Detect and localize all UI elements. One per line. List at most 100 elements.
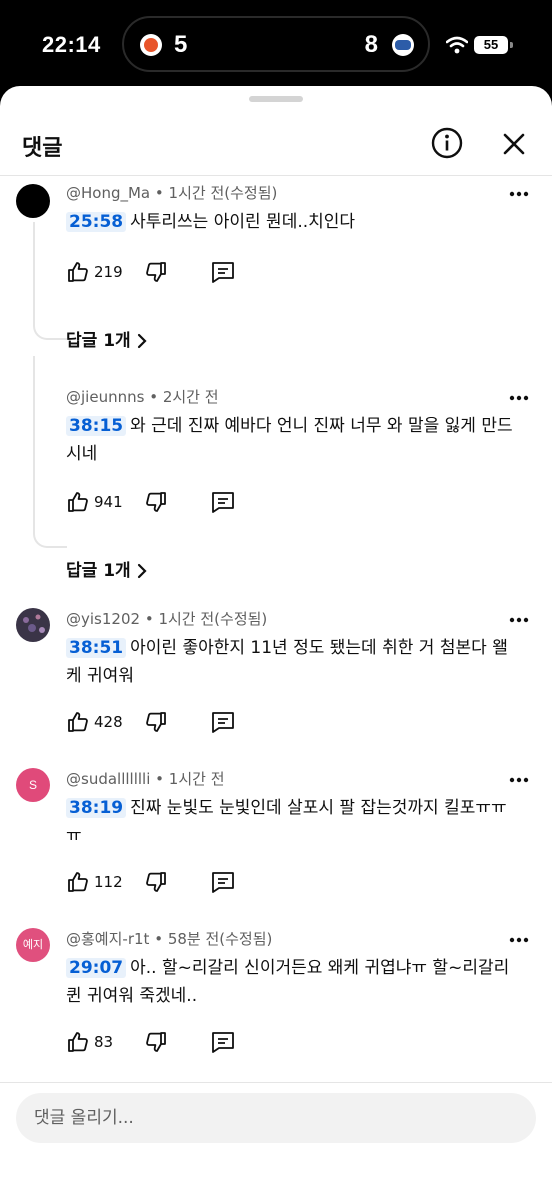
- thumbs-up-icon: [68, 1032, 88, 1052]
- thumbs-down-icon[interactable]: [144, 490, 168, 514]
- comment-actions: 112: [66, 868, 266, 896]
- avatar[interactable]: 예지: [16, 928, 50, 962]
- status-time: 22:14: [42, 32, 101, 57]
- comment-body: 25:58 사투리쓰는 아이린 뭔데..치인다: [66, 208, 522, 236]
- timestamp-link[interactable]: 29:07: [66, 958, 127, 978]
- meta-separator: •: [144, 610, 159, 628]
- thumbs-up-icon: [68, 712, 88, 732]
- avatar[interactable]: [16, 608, 50, 642]
- comment-actions: 83: [66, 1028, 266, 1056]
- avatar[interactable]: S: [16, 768, 50, 802]
- wifi-icon: [446, 36, 468, 54]
- sheet-header: 댓글: [0, 116, 552, 176]
- like-button[interactable]: 428: [66, 708, 126, 736]
- status-bar: 22:14 5 8 55: [0, 0, 552, 88]
- thumbs-down-icon[interactable]: [144, 870, 168, 894]
- comment-text: 진짜 눈빛도 눈빛인데 살포시 팔 잡는것까지 킬포ㅠㅠㅠ: [66, 798, 507, 846]
- like-count: 219: [94, 263, 123, 281]
- comment-body: 38:19 진짜 눈빛도 눈빛인데 살포시 팔 잡는것까지 킬포ㅠㅠㅠ: [66, 794, 522, 850]
- live-score-island[interactable]: 5 8: [122, 16, 430, 72]
- comment-meta: 1시간 전: [168, 770, 225, 788]
- more-options-icon[interactable]: [508, 932, 530, 948]
- drag-handle[interactable]: [249, 96, 303, 102]
- more-options-icon[interactable]: [508, 612, 530, 628]
- avatar[interactable]: [16, 184, 50, 218]
- comment-input[interactable]: [16, 1093, 536, 1143]
- reply-icon[interactable]: [210, 870, 236, 894]
- view-replies-button[interactable]: 답글 1개: [66, 326, 147, 352]
- team-logo-right-icon: [392, 34, 414, 56]
- comment-text: 아이린 좋아한지 11년 정도 됐는데 취한 거 첨본다 왤케 귀여워: [66, 638, 508, 686]
- battery-indicator: 55: [474, 36, 508, 54]
- meta-separator: •: [154, 184, 169, 202]
- thumbs-down-icon[interactable]: [144, 1030, 168, 1054]
- thumbs-up-icon: [68, 262, 88, 282]
- comment-author[interactable]: @yis1202: [66, 610, 140, 628]
- like-count: 112: [94, 873, 123, 891]
- comment-meta: 1시간 전(수정됨): [158, 610, 268, 628]
- comment-author-line: @yis1202 • 1시간 전(수정됨): [66, 608, 267, 629]
- chevron-right-icon: [137, 333, 147, 349]
- close-icon[interactable]: [498, 128, 530, 160]
- like-button[interactable]: 219: [66, 258, 126, 286]
- chevron-right-icon: [137, 563, 147, 579]
- comment-author[interactable]: @Hong_Ma: [66, 184, 150, 202]
- reply-icon[interactable]: [210, 260, 236, 284]
- comment-meta: 2시간 전: [162, 388, 219, 406]
- meta-separator: •: [155, 770, 169, 788]
- like-count: 83: [94, 1033, 114, 1051]
- reply-icon[interactable]: [210, 710, 236, 734]
- timestamp-link[interactable]: 38:15: [66, 416, 127, 436]
- timestamp-link[interactable]: 25:58: [66, 212, 127, 232]
- view-replies-button[interactable]: 답글 1개: [66, 556, 147, 582]
- comment-body: 38:15 와 근데 진짜 예바다 언니 진짜 너무 와 말을 잃게 만드시네: [66, 412, 522, 468]
- team-logo-left-icon: [140, 34, 162, 56]
- sheet-title: 댓글: [22, 136, 63, 161]
- battery-tip: [510, 42, 513, 48]
- thread-line: [33, 356, 67, 548]
- info-icon[interactable]: [430, 126, 464, 160]
- comment-body: 38:51 아이린 좋아한지 11년 정도 됐는데 취한 거 첨본다 왤케 귀여워: [66, 634, 522, 690]
- right-score: 8: [364, 31, 378, 58]
- like-button[interactable]: 83: [66, 1028, 126, 1056]
- like-button[interactable]: 112: [66, 868, 126, 896]
- comment-text: 사투리쓰는 아이린 뭔데..치인다: [130, 212, 356, 232]
- meta-separator: •: [149, 388, 163, 406]
- reply-icon[interactable]: [210, 1030, 236, 1054]
- comment-actions: 941: [66, 488, 266, 516]
- replies-count-label: 답글 1개: [66, 331, 131, 351]
- comment-list[interactable]: @Hong_Ma • 1시간 전(수정됨) 25:58 사투리쓰는 아이린 뭔데.…: [0, 176, 552, 1084]
- comment-author[interactable]: @홍예지-r1t: [66, 930, 149, 948]
- comment-meta: 1시간 전(수정됨): [168, 184, 278, 202]
- timestamp-link[interactable]: 38:51: [66, 638, 127, 658]
- thumbs-up-icon: [68, 872, 88, 892]
- comment-meta: 58분 전(수정됨): [167, 930, 273, 948]
- comment-author[interactable]: @sudallllllli: [66, 770, 150, 788]
- thumbs-down-icon[interactable]: [144, 260, 168, 284]
- more-options-icon[interactable]: [508, 186, 530, 202]
- like-button[interactable]: 941: [66, 488, 126, 516]
- comment-author-line: @홍예지-r1t • 58분 전(수정됨): [66, 928, 272, 949]
- thread-line: [33, 222, 67, 340]
- like-count: 428: [94, 713, 123, 731]
- comment-body: 29:07 아.. 할~리갈리 신이거든요 왜케 귀엽냐ㅠ 할~리갈리퀸 귀여워 …: [66, 954, 522, 1010]
- comment-actions: 219: [66, 258, 266, 286]
- reply-icon[interactable]: [210, 490, 236, 514]
- comment-actions: 428: [66, 708, 266, 736]
- comment-text: 아.. 할~리갈리 신이거든요 왜케 귀엽냐ㅠ 할~리갈리퀸 귀여워 죽겠네..: [66, 958, 510, 1006]
- comment-author[interactable]: @jieunnns: [66, 388, 144, 406]
- left-score: 5: [174, 31, 188, 58]
- meta-separator: •: [154, 930, 168, 948]
- comment-author-line: @jieunnns • 2시간 전: [66, 386, 219, 407]
- thumbs-down-icon[interactable]: [144, 710, 168, 734]
- comment-author-line: @sudallllllli • 1시간 전: [66, 768, 225, 789]
- comment-composer: [0, 1082, 552, 1200]
- thumbs-up-icon: [68, 492, 88, 512]
- more-options-icon[interactable]: [508, 390, 530, 406]
- avatar-photo: [23, 614, 45, 633]
- comments-sheet: 댓글 @Hong_Ma • 1시간 전(수정됨) 25:58 사투리쓰는 아이린 …: [0, 86, 552, 1200]
- comment-text: 와 근데 진짜 예바다 언니 진짜 너무 와 말을 잃게 만드시네: [66, 416, 513, 464]
- more-options-icon[interactable]: [508, 772, 530, 788]
- comment-author-line: @Hong_Ma • 1시간 전(수정됨): [66, 182, 277, 203]
- timestamp-link[interactable]: 38:19: [66, 798, 127, 818]
